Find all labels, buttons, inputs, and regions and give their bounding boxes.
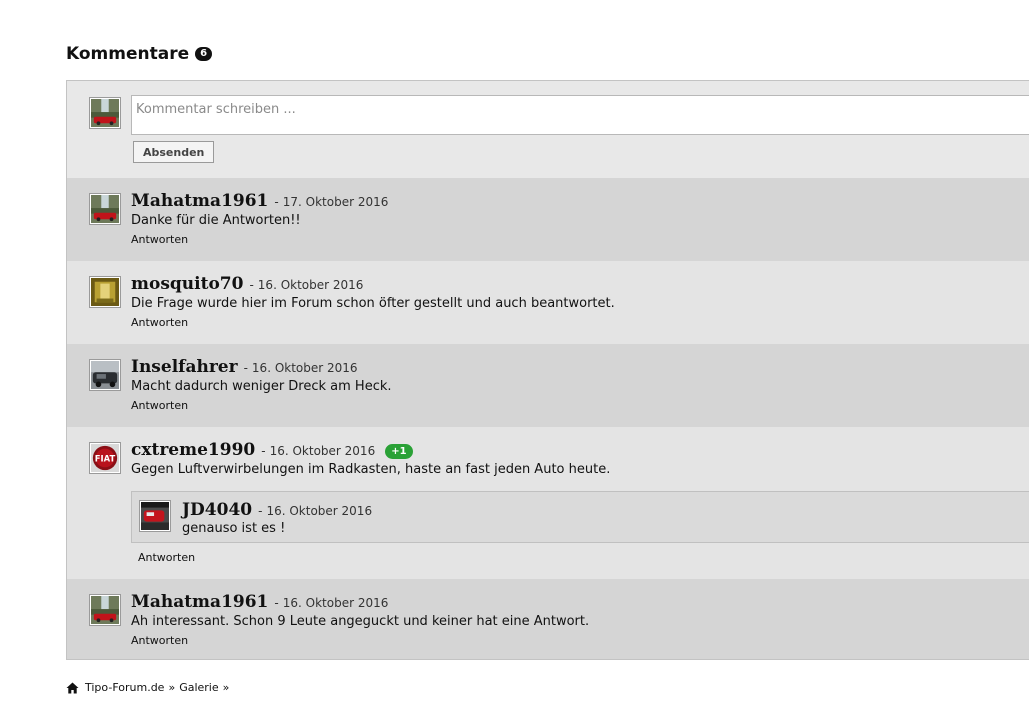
comment-item: FIAT cxtreme1990 - 16. Oktober 2016 +1 G…	[67, 427, 1029, 579]
comments-count-badge: 6	[195, 47, 213, 61]
comment-header: cxtreme1990 - 16. Oktober 2016 +1	[131, 440, 413, 460]
comment-author-link[interactable]: Mahatma1961	[131, 191, 268, 211]
comment-text: Gegen Luftverwirbelungen im Radkasten, h…	[131, 462, 611, 477]
comment-author-link[interactable]: cxtreme1990	[131, 440, 255, 460]
breadcrumb: Tipo-Forum.de » Galerie »	[66, 681, 233, 694]
date-separator: -	[274, 195, 279, 209]
comment-date: 16. Oktober 2016	[257, 278, 364, 292]
reply-link[interactable]: Antworten	[131, 316, 188, 329]
svg-text:FIAT: FIAT	[95, 454, 116, 464]
breadcrumb-gallery-link[interactable]: Galerie	[179, 681, 218, 694]
comment-text: Die Frage wurde hier im Forum schon öfte…	[131, 296, 615, 311]
comment-date: 17. Oktober 2016	[282, 195, 389, 209]
like-count-badge[interactable]: +1	[385, 444, 413, 459]
comment-item: Mahatma1961 - 17. Oktober 2016 Danke für…	[67, 178, 1029, 261]
car-photo-avatar[interactable]	[89, 359, 121, 391]
red-car-avatar[interactable]	[139, 500, 171, 532]
reply-link[interactable]: Antworten	[131, 233, 188, 246]
comment-item: Inselfahrer - 16. Oktober 2016 Macht dad…	[67, 344, 1029, 427]
waterfall-car-avatar[interactable]	[89, 193, 121, 225]
comments-header: Kommentare 6	[66, 44, 213, 64]
comment-text: Ah interessant. Schon 9 Leute angeguckt …	[131, 614, 590, 629]
send-button[interactable]: Absenden	[133, 141, 215, 163]
comment-author-link[interactable]: mosquito70	[131, 274, 243, 294]
date-separator: -	[258, 504, 263, 518]
gold-avatar[interactable]	[89, 276, 121, 308]
comment-text: Danke für die Antworten!!	[131, 213, 301, 228]
comment-text: Macht dadurch weniger Dreck am Heck.	[131, 379, 392, 394]
comment-date: 16. Oktober 2016	[251, 361, 358, 375]
current-user-avatar[interactable]	[89, 97, 121, 129]
comments-title: Kommentare	[66, 44, 190, 64]
comment-author-link[interactable]: Inselfahrer	[131, 357, 238, 377]
reply-link[interactable]: Antworten	[131, 399, 188, 412]
date-separator: -	[261, 444, 266, 458]
comment-header: mosquito70 - 16. Oktober 2016	[131, 274, 363, 294]
nested-reply: JD4040 - 16. Oktober 2016 genauso ist es…	[131, 491, 1029, 543]
comment-compose: Absenden	[67, 81, 1029, 178]
comments-panel: Absenden Mahatma1961 - 17. Oktober 2016 …	[66, 80, 1029, 660]
comment-item: Mahatma1961 - 16. Oktober 2016 Ah intere…	[67, 579, 1029, 659]
reply-header: JD4040 - 16. Oktober 2016	[182, 500, 372, 520]
breadcrumb-separator: »	[222, 681, 230, 694]
comment-date: 16. Oktober 2016	[282, 596, 389, 610]
comment-date: 16. Oktober 2016	[269, 444, 376, 458]
fiat-logo-avatar[interactable]: FIAT	[89, 442, 121, 474]
comment-input[interactable]	[131, 95, 1029, 135]
reply-author-link[interactable]: JD4040	[182, 500, 252, 520]
reply-date: 16. Oktober 2016	[266, 504, 373, 518]
reply-text: genauso ist es !	[182, 521, 286, 536]
reply-link[interactable]: Antworten	[131, 634, 188, 647]
comment-header: Mahatma1961 - 16. Oktober 2016	[131, 592, 388, 612]
home-icon[interactable]	[66, 682, 79, 694]
breadcrumb-home-link[interactable]: Tipo-Forum.de	[85, 681, 164, 694]
reply-link[interactable]: Antworten	[138, 551, 195, 564]
comment-header: Inselfahrer - 16. Oktober 2016	[131, 357, 358, 377]
comment-item: mosquito70 - 16. Oktober 2016 Die Frage …	[67, 261, 1029, 344]
breadcrumb-separator: »	[168, 681, 176, 694]
comment-header: Mahatma1961 - 17. Oktober 2016	[131, 191, 388, 211]
comment-author-link[interactable]: Mahatma1961	[131, 592, 268, 612]
waterfall-car-avatar[interactable]	[89, 594, 121, 626]
date-separator: -	[249, 278, 254, 292]
date-separator: -	[243, 361, 248, 375]
date-separator: -	[274, 596, 279, 610]
